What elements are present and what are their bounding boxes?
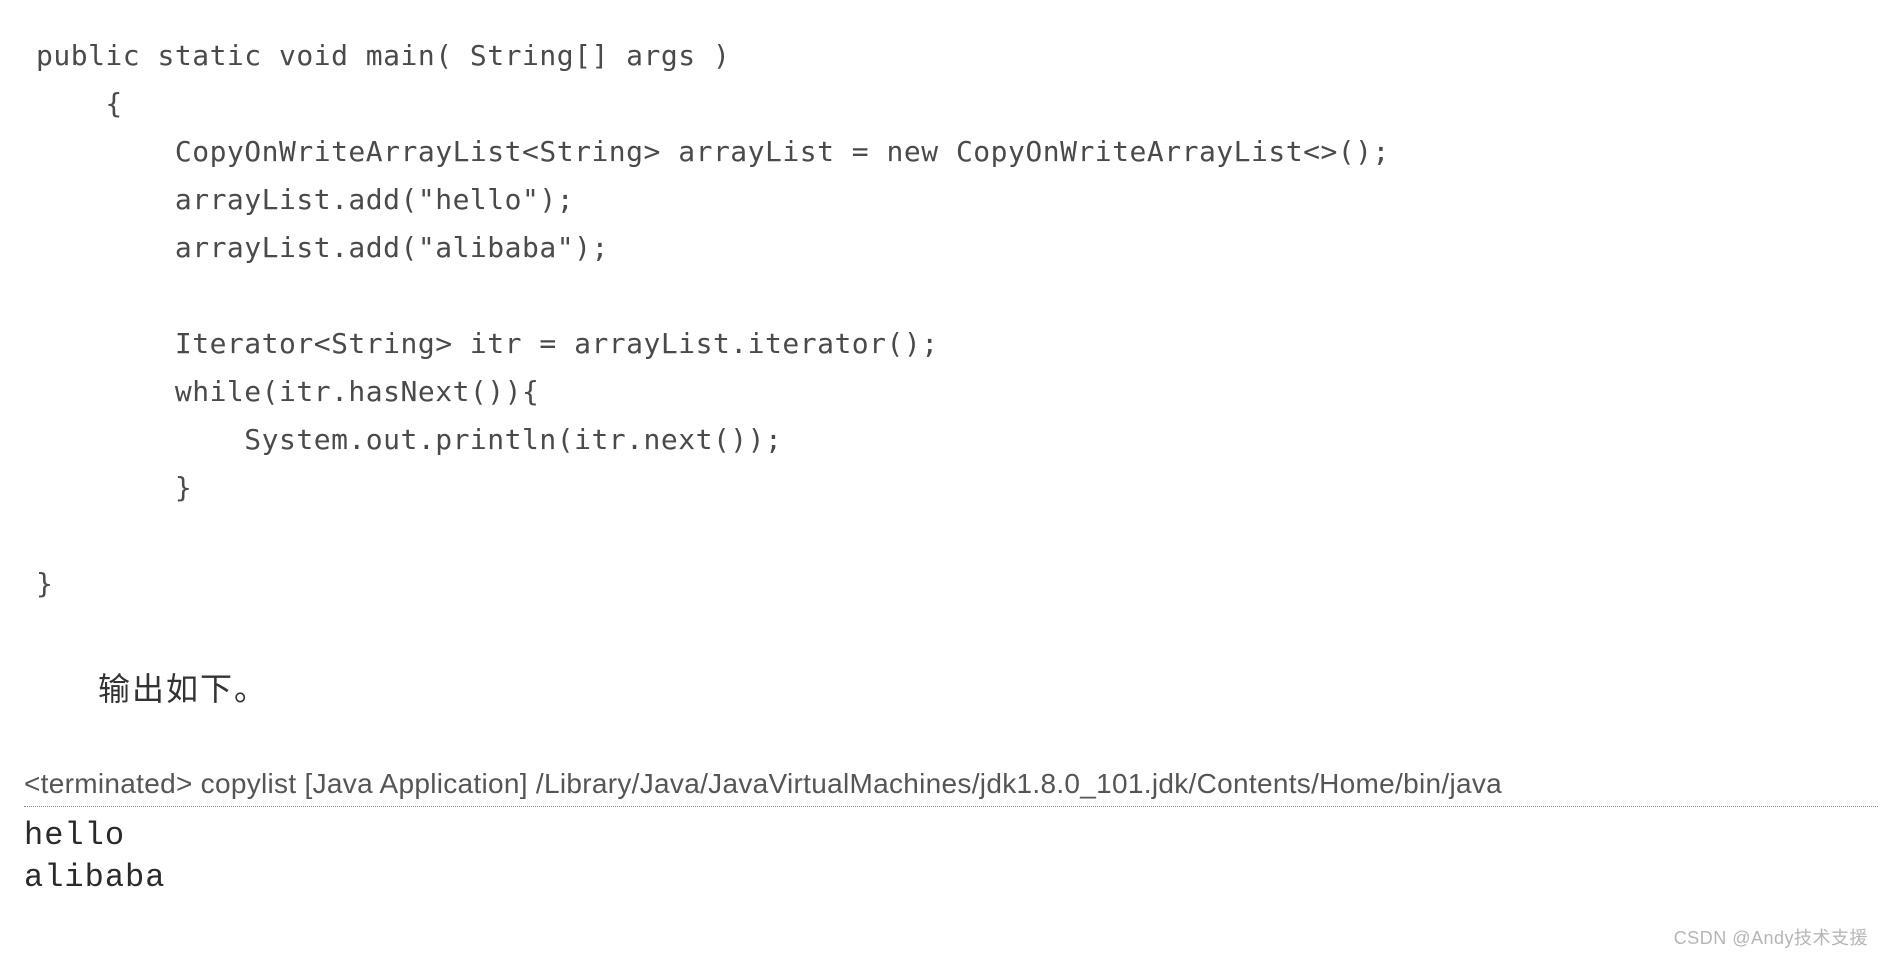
console-output: hello alibaba [24, 815, 1878, 899]
console-line: alibaba [24, 859, 165, 896]
console-line: hello [24, 817, 125, 854]
code-line: Iterator<String> itr = arrayList.iterato… [36, 327, 939, 360]
code-line: while(itr.hasNext()){ [36, 375, 539, 408]
code-line: } [36, 471, 192, 504]
watermark: CSDN @Andy技术支援 [1674, 924, 1868, 950]
code-line: System.out.println(itr.next()); [36, 423, 782, 456]
code-line: CopyOnWriteArrayList<String> arrayList =… [36, 135, 1390, 168]
console-panel: <terminated> copylist [Java Application]… [24, 768, 1878, 899]
code-line: arrayList.add("hello"); [36, 183, 574, 216]
java-code-block: public static void main( String[] args )… [36, 32, 1888, 608]
code-line: { [36, 87, 123, 120]
output-caption: 输出如下。 [98, 664, 1888, 710]
code-line: arrayList.add("alibaba"); [36, 231, 609, 264]
code-line: } [36, 567, 53, 600]
code-line: public static void main( String[] args ) [36, 39, 730, 72]
document-page: public static void main( String[] args )… [0, 0, 1888, 956]
console-header: <terminated> copylist [Java Application]… [24, 768, 1878, 807]
